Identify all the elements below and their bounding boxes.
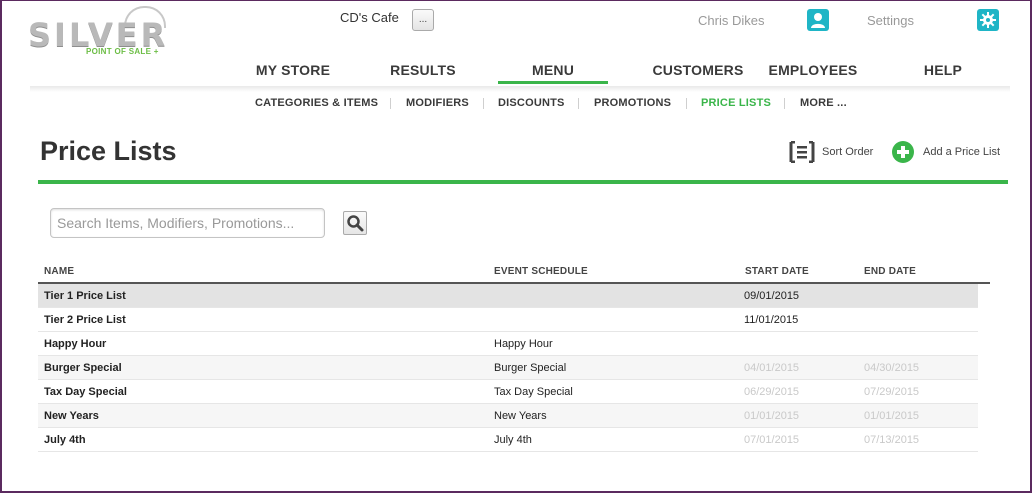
nav-customers[interactable]: CUSTOMERS [628,62,768,86]
plus-circle-icon[interactable] [892,141,914,163]
store-menu-button[interactable]: ... [412,9,434,31]
subnav-promotions[interactable]: PROMOTIONS [594,97,671,109]
row-start-date-cell: 01/01/2015 [744,410,800,422]
table-header: NAME EVENT SCHEDULE START DATE END DATE [38,262,990,284]
table-row[interactable]: Happy Hour Happy Hour [38,332,978,356]
subnav-separator [483,98,484,109]
table-row[interactable]: Burger Special Burger Special 04/01/2015 04… [38,356,978,380]
subnav-separator [390,98,391,109]
row-start-date-cell: 06/29/2015 [744,386,800,398]
row-start-date-cell: 07/01/2015 [744,434,800,446]
row-end-date-cell: 07/13/2015 [864,434,920,446]
user-name[interactable]: Chris Dikes [698,13,764,28]
row-end-date-cell: 01/01/2015 [864,410,920,422]
row-name-cell: July 4th [44,434,86,446]
nav-employees[interactable]: EMPLOYEES [768,62,858,86]
subnav-discounts[interactable]: DISCOUNTS [498,97,565,109]
column-header-name[interactable]: NAME [44,266,74,277]
page-title: Price Lists [40,136,177,166]
subnav-price-lists[interactable]: PRICE LISTS [701,97,771,109]
subnav-separator [578,98,579,109]
sort-order-icon[interactable] [789,140,815,164]
settings-link[interactable]: Settings [867,13,914,28]
column-header-end-date[interactable]: END DATE [864,266,916,277]
sort-order-button[interactable]: Sort Order [822,146,873,158]
row-end-date-cell: 07/29/2015 [864,386,920,398]
row-name-cell: Tier 2 Price List [44,314,126,326]
logo-tagline: POINT OF SALE + [86,47,159,56]
main-nav: MY STORE RESULTS MENU CUSTOMERS EMPLOYEE… [228,62,1008,86]
row-schedule-cell: July 4th [494,434,532,446]
nav-menu[interactable]: MENU [498,62,608,86]
user-profile-icon[interactable] [807,9,829,31]
subnav-categories-items[interactable]: CATEGORIES & ITEMS [255,97,378,109]
price-lists-table: NAME EVENT SCHEDULE START DATE END DATE … [38,262,990,452]
row-end-date-cell: 04/30/2015 [864,362,920,374]
subnav-more[interactable]: MORE ... [800,97,847,109]
subnav-modifiers[interactable]: MODIFIERS [406,97,469,109]
gear-icon[interactable] [977,9,999,31]
silver-logo[interactable]: SILVER POINT OF SALE + [28,4,168,56]
subnav-separator [784,98,785,109]
nav-divider [30,86,1010,92]
nav-help[interactable]: HELP [908,62,978,86]
table-row[interactable]: New Years New Years 01/01/2015 01/01/2015 [38,404,978,428]
add-price-list-button[interactable]: Add a Price List [923,146,1000,158]
row-name-cell: Tier 1 Price List [44,290,126,302]
title-divider [38,180,1008,184]
column-header-start-date[interactable]: START DATE [745,266,809,277]
search-icon [347,215,364,232]
row-schedule-cell: Tax Day Special [494,386,573,398]
search-button[interactable] [343,211,367,235]
table-row[interactable]: Tier 1 Price List 09/01/2015 [38,284,978,308]
row-start-date-cell: 09/01/2015 [744,290,800,302]
row-schedule-cell: New Years [494,410,547,422]
row-schedule-cell: Burger Special [494,362,567,374]
nav-results[interactable]: RESULTS [358,62,488,86]
search-input[interactable] [50,208,325,238]
table-row[interactable]: July 4th July 4th 07/01/2015 07/13/2015 [38,428,978,452]
subnav-separator [686,98,687,109]
row-name-cell: New Years [44,410,99,422]
row-name-cell: Happy Hour [44,338,107,350]
row-start-date-cell: 11/01/2015 [744,314,799,326]
column-header-event-schedule[interactable]: EVENT SCHEDULE [494,266,588,277]
table-row[interactable]: Tax Day Special Tax Day Special 06/29/2015… [38,380,978,404]
row-schedule-cell: Happy Hour [494,338,553,350]
nav-my-store[interactable]: MY STORE [228,62,358,86]
table-body: Tier 1 Price List 09/01/2015 Tier 2 Price … [38,284,978,452]
row-name-cell: Burger Special [44,362,122,374]
store-name: CD's Cafe [340,10,399,25]
row-name-cell: Tax Day Special [44,386,127,398]
table-row[interactable]: Tier 2 Price List 11/01/2015 [38,308,978,332]
row-start-date-cell: 04/01/2015 [744,362,800,374]
